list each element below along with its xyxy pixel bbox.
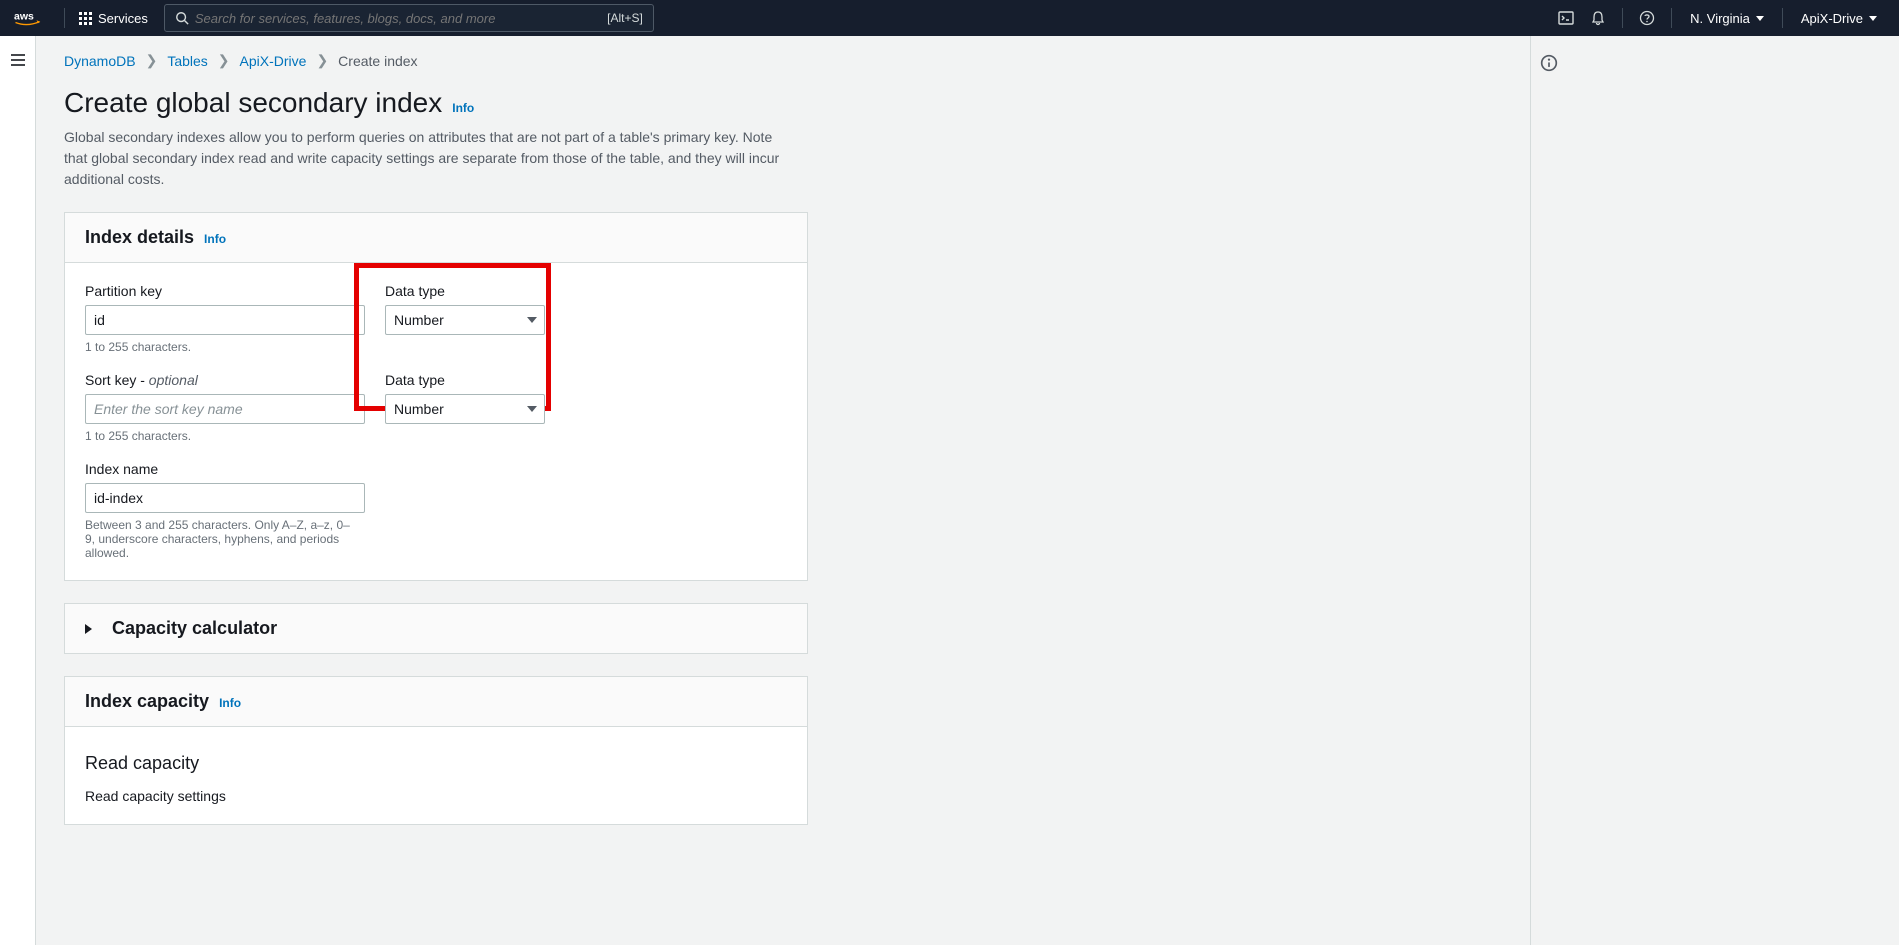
global-search[interactable]: [Alt+S]	[164, 4, 654, 32]
account-selector[interactable]: ApiX-Drive	[1791, 7, 1887, 30]
help-icon	[1639, 10, 1655, 26]
partition-key-label: Partition key	[85, 283, 365, 299]
main-content: DynamoDB ❯ Tables ❯ ApiX-Drive ❯ Create …	[36, 36, 1531, 945]
index-name-label: Index name	[85, 461, 365, 477]
nav-divider	[1671, 8, 1672, 28]
right-rail	[1531, 36, 1567, 945]
account-label: ApiX-Drive	[1801, 11, 1863, 26]
info-link[interactable]: Info	[204, 232, 226, 246]
search-input[interactable]	[195, 11, 607, 26]
breadcrumb-link-table-name[interactable]: ApiX-Drive	[240, 53, 307, 69]
svg-text:aws: aws	[14, 11, 34, 23]
panel-title: Capacity calculator	[112, 618, 277, 639]
index-capacity-panel: Index capacity Info Read capacity Read c…	[64, 676, 808, 825]
breadcrumb-link-dynamodb[interactable]: DynamoDB	[64, 53, 136, 69]
aws-logo[interactable]: aws	[12, 9, 46, 27]
partition-key-helper: 1 to 255 characters.	[85, 340, 365, 354]
partition-data-type-label: Data type	[385, 283, 545, 299]
grid-icon	[79, 12, 92, 25]
breadcrumb-current: Create index	[338, 53, 417, 69]
side-nav-toggle[interactable]	[10, 52, 26, 945]
search-icon	[175, 11, 189, 25]
index-name-helper: Between 3 and 255 characters. Only A–Z, …	[85, 518, 355, 560]
index-details-panel: Index details Info Partition key 1 to 25…	[64, 212, 808, 581]
panel-header-capacity: Index capacity Info	[65, 677, 807, 727]
info-icon	[1540, 54, 1558, 72]
chevron-down-icon	[1756, 16, 1764, 21]
sort-key-helper: 1 to 255 characters.	[85, 429, 365, 443]
chevron-right-icon: ❯	[218, 52, 230, 69]
page-title: Create global secondary index	[64, 87, 442, 119]
index-name-input[interactable]	[85, 483, 365, 513]
chevron-right-icon: ❯	[146, 52, 158, 69]
read-capacity-heading: Read capacity	[85, 753, 787, 774]
page-description: Global secondary indexes allow you to pe…	[64, 127, 784, 190]
services-label: Services	[98, 11, 148, 26]
left-rail	[0, 36, 36, 945]
chevron-right-icon: ❯	[316, 52, 328, 69]
cloudshell-icon	[1558, 10, 1574, 26]
region-label: N. Virginia	[1690, 11, 1750, 26]
page-header: Create global secondary index Info	[64, 87, 808, 119]
nav-divider	[64, 8, 65, 28]
panel-title: Index details	[85, 227, 194, 248]
sort-data-type-select[interactable]: Number	[385, 394, 545, 424]
nav-divider	[1782, 8, 1783, 28]
nav-divider	[1622, 8, 1623, 28]
capacity-calculator-panel: Capacity calculator	[64, 603, 808, 654]
panel-title: Index capacity	[85, 691, 209, 712]
info-panel-toggle[interactable]	[1540, 54, 1558, 945]
breadcrumb: DynamoDB ❯ Tables ❯ ApiX-Drive ❯ Create …	[64, 52, 808, 69]
sort-key-input[interactable]	[85, 394, 365, 424]
panel-header-index-details: Index details Info	[65, 213, 807, 263]
notifications-button[interactable]	[1582, 6, 1614, 30]
info-link[interactable]: Info	[219, 696, 241, 710]
help-button[interactable]	[1631, 6, 1663, 30]
hamburger-icon	[10, 52, 26, 68]
sort-key-label: Sort key - optional	[85, 372, 365, 388]
region-selector[interactable]: N. Virginia	[1680, 7, 1774, 30]
bell-icon	[1590, 10, 1606, 26]
breadcrumb-link-tables[interactable]: Tables	[167, 53, 207, 69]
read-capacity-settings-label: Read capacity settings	[85, 788, 787, 804]
partition-data-type-select[interactable]: Number	[385, 305, 545, 335]
top-navigation: aws Services [Alt+S] N. Virginia ApiX-Dr…	[0, 0, 1899, 36]
panel-header-calculator[interactable]: Capacity calculator	[65, 604, 807, 653]
cloudshell-button[interactable]	[1550, 6, 1582, 30]
sort-data-type-label: Data type	[385, 372, 545, 388]
caret-right-icon	[85, 624, 92, 634]
info-link[interactable]: Info	[452, 101, 474, 115]
services-menu-button[interactable]: Services	[73, 7, 154, 30]
partition-key-input[interactable]	[85, 305, 365, 335]
chevron-down-icon	[1869, 16, 1877, 21]
search-shortcut: [Alt+S]	[607, 11, 643, 25]
